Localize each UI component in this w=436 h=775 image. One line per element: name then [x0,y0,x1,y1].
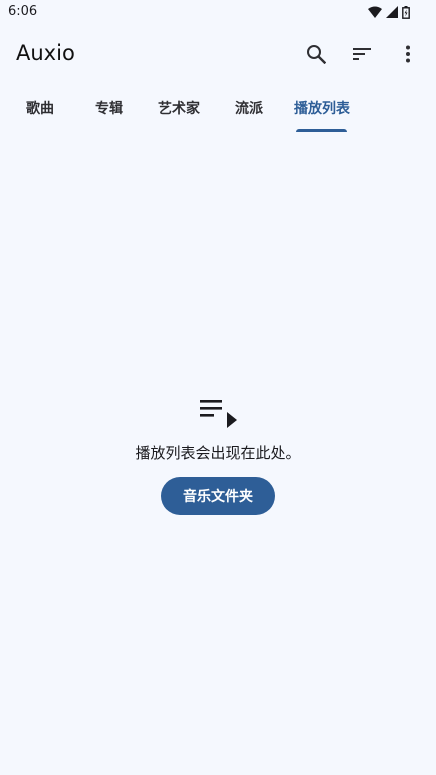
more-options-button[interactable] [390,36,426,72]
sort-button[interactable] [344,36,380,72]
search-icon [306,44,326,64]
tab-songs[interactable]: 歌曲 [16,84,64,132]
status-time: 6:06 [8,4,38,19]
tab-genres[interactable]: 流派 [225,84,273,132]
empty-state-message: 播放列表会出现在此处。 [135,444,301,462]
tab-albums[interactable]: 专辑 [85,84,133,132]
sort-icon [352,47,372,61]
search-button[interactable] [298,36,334,72]
tab-indicator [296,129,347,132]
status-bar: 6:06 [0,0,436,24]
music-folders-button[interactable]: 音乐文件夹 [161,477,275,515]
signal-icon [386,6,398,18]
app-title: Auxio [16,41,75,65]
tab-bar: 歌曲 专辑 艺术家 流派 播放列表 [0,84,436,132]
tab-playlists[interactable]: 播放列表 [290,84,354,132]
battery-icon [402,5,410,19]
app-bar: Auxio [0,24,436,84]
screen: 6:06 Auxio 歌曲 专辑 艺术家 流派 播放列表 播放列表会出现在此处。… [0,0,436,775]
wifi-icon [368,6,382,18]
playlist-play-icon [198,397,238,429]
more-vert-icon [405,45,411,63]
tab-artists[interactable]: 艺术家 [152,84,206,132]
status-icons [368,4,410,20]
